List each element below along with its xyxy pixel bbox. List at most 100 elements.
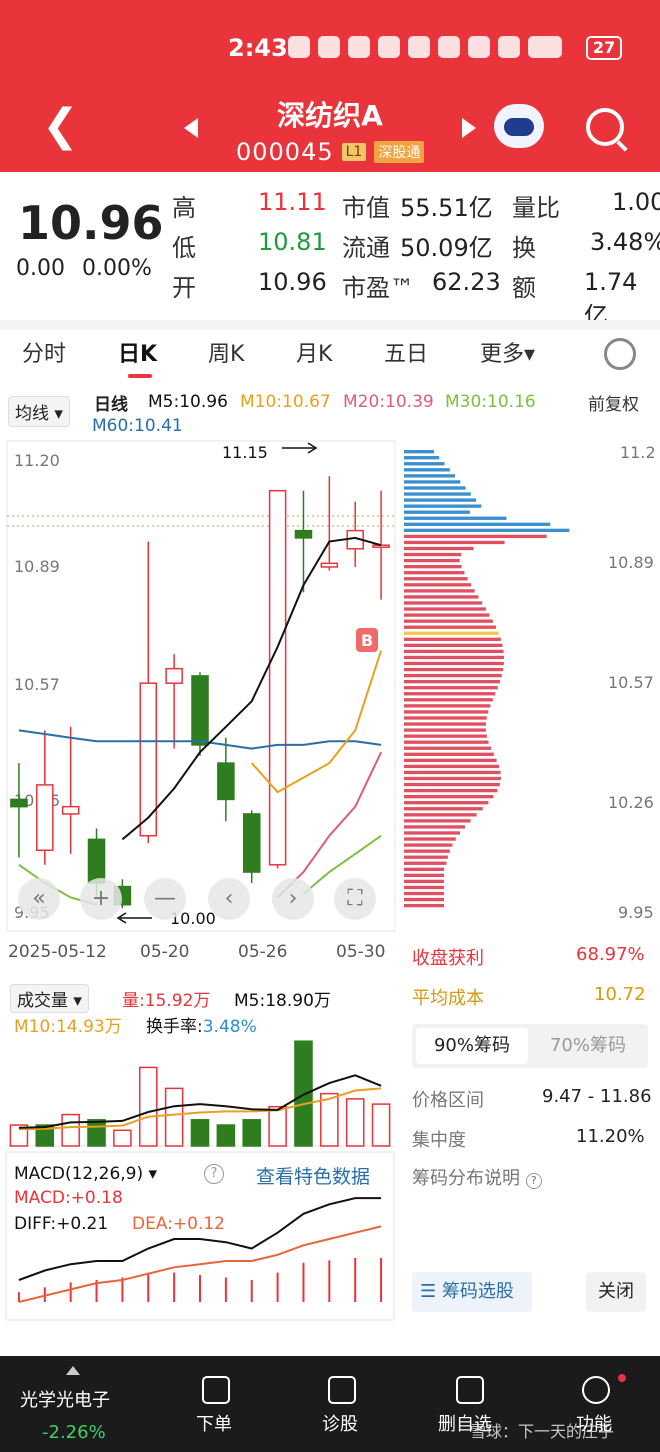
candle-body — [191, 675, 209, 746]
chip-bar — [404, 450, 434, 454]
chip-bar — [404, 571, 465, 575]
float-value: 50.09亿 — [400, 234, 493, 262]
chip-bar — [404, 462, 445, 466]
chip-bar — [404, 807, 483, 811]
chip-bar — [404, 661, 504, 666]
search-icon[interactable] — [586, 108, 624, 146]
price-axis-mid1: 10.89 — [14, 557, 60, 576]
chip-bar — [404, 619, 493, 623]
chip-bar — [404, 643, 503, 648]
chip-bar — [404, 649, 504, 654]
chip-axis-bottom: 9.95 — [618, 903, 654, 922]
ma-dropdown[interactable]: 均线 ▾ — [8, 396, 70, 427]
volume-bar — [190, 1119, 210, 1147]
buy-marker-label: B — [361, 631, 373, 650]
pe-value: 62.23 — [432, 268, 501, 296]
tab-more[interactable]: 更多▾ — [480, 336, 535, 368]
chip-bar — [404, 813, 477, 817]
scroll-right-icon[interactable]: › — [272, 878, 314, 920]
high-annotation: 11.15 — [222, 443, 268, 462]
chip-bar — [404, 879, 444, 884]
zoom-left-icon[interactable]: « — [18, 878, 60, 920]
diagnose-button[interactable]: 诊股 — [322, 1410, 358, 1436]
chip-axis-mid2: 10.57 — [608, 673, 654, 692]
chip-bar — [404, 667, 504, 672]
zoom-in-icon[interactable]: + — [80, 878, 122, 920]
tab-weekly-k[interactable]: 周K — [208, 336, 244, 368]
stock-name: 深纺织A — [277, 99, 383, 132]
chip-bar — [404, 855, 448, 859]
connect-badge: 深股通 — [374, 141, 425, 163]
adjust-toggle[interactable]: 前复权 — [588, 390, 639, 415]
sector-name[interactable]: 光学光电子 — [20, 1386, 110, 1412]
diagnose-icon[interactable] — [328, 1376, 356, 1404]
function-menu-icon[interactable] — [582, 1376, 610, 1404]
settings-gear-icon[interactable] — [604, 338, 636, 370]
chip-bar — [404, 825, 465, 829]
chip-bar — [404, 625, 496, 629]
chip-bar — [404, 601, 483, 605]
ma30-line — [18, 834, 382, 906]
chip-bar — [404, 764, 500, 769]
scroll-left-icon[interactable]: ‹ — [208, 878, 250, 920]
eye-icon — [468, 36, 490, 58]
price-range-label: 价格区间 — [412, 1090, 484, 1111]
tab-intraday[interactable]: 分时 — [22, 336, 66, 368]
sector-change: -2.26% — [42, 1422, 106, 1443]
candle-body — [10, 798, 28, 808]
volume-bar — [87, 1119, 106, 1147]
app-notification-icon — [348, 36, 370, 58]
tab-chip-90[interactable]: 90%筹码 — [416, 1028, 528, 1064]
low-label: 低 — [172, 234, 196, 262]
remove-watchlist-icon[interactable] — [456, 1376, 484, 1404]
tab-chip-70[interactable]: 70%筹码 — [532, 1028, 644, 1064]
chip-bar — [404, 861, 447, 865]
chip-bar — [404, 516, 507, 520]
order-icon[interactable] — [202, 1376, 230, 1404]
fullscreen-icon[interactable]: ⛶ — [334, 878, 376, 920]
volume-dropdown[interactable]: 成交量 ▾ — [10, 984, 89, 1013]
chip-select-label: 筹码选股 — [441, 1281, 514, 1302]
chip-desc-link[interactable]: 筹码分布说明 ? — [412, 1164, 542, 1190]
active-tab-indicator — [128, 374, 152, 378]
profit-label: 收盘获利 — [412, 948, 484, 969]
chip-bar — [404, 673, 502, 678]
next-stock-icon[interactable] — [462, 118, 476, 138]
open-value: 10.96 — [258, 268, 327, 296]
help-icon: ? — [525, 1173, 542, 1189]
assistant-robot-icon[interactable] — [494, 104, 544, 148]
chip-bar — [404, 740, 489, 744]
turnover-label: 换 — [512, 234, 536, 262]
stock-code-row: 000045 L1 深股通 — [236, 138, 425, 166]
chip-bar — [404, 456, 440, 460]
chip-bar — [404, 837, 456, 841]
close-button[interactable]: 关闭 — [586, 1272, 646, 1312]
macd-chart — [5, 1151, 395, 1321]
chip-distribution-chart: 11.2 10.89 10.57 10.26 9.95 — [404, 443, 656, 922]
chip-bar — [404, 540, 505, 545]
zoom-out-icon[interactable]: — — [144, 878, 186, 920]
tab-daily-k[interactable]: 日K — [118, 336, 157, 368]
candle-body — [242, 813, 261, 873]
chip-bar — [404, 831, 460, 835]
chip-bar — [404, 498, 477, 502]
tab-five-day[interactable]: 五日 — [384, 336, 428, 368]
app-notification-icon — [288, 36, 310, 58]
chip-bar — [404, 698, 493, 702]
volume-bar — [61, 1113, 80, 1147]
amount-label: 额 — [512, 274, 536, 302]
profit-value: 68.97% — [576, 944, 645, 965]
chip-select-button[interactable]: ☰ 筹码选股 — [412, 1272, 532, 1312]
kline-kind: 日线 — [94, 395, 128, 415]
chip-bar — [404, 474, 456, 478]
candle-body — [61, 805, 80, 815]
ma5-line — [121, 536, 382, 841]
tab-monthly-k[interactable]: 月K — [296, 336, 332, 368]
expand-up-icon[interactable] — [66, 1366, 80, 1375]
price-range-value: 9.47 - 11.86 — [542, 1086, 652, 1107]
kline-chart[interactable]: 11.20 10.89 10.57 10.26 9.95 11.15 10.00… — [6, 440, 402, 936]
chip-bar — [404, 770, 501, 775]
order-button[interactable]: 下单 — [196, 1410, 232, 1436]
signal-icon — [528, 36, 562, 58]
price-axis-top: 11.20 — [14, 451, 60, 470]
